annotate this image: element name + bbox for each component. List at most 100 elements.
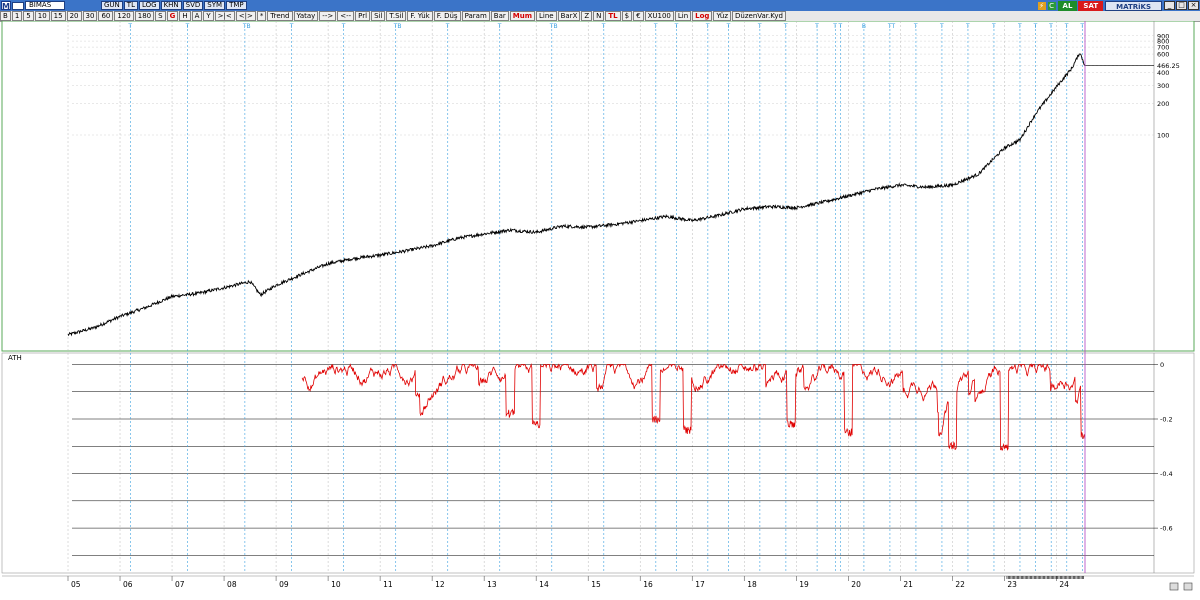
top-toolbar-button[interactable]: SYM: [204, 1, 226, 10]
top-toolbar-button[interactable]: LOG: [138, 1, 160, 10]
toolbar-button[interactable]: <|>: [235, 11, 256, 21]
close-icon[interactable]: ×: [1188, 1, 1199, 10]
minimize-icon[interactable]: _: [1164, 1, 1175, 10]
scroll-left-icon[interactable]: [1169, 582, 1179, 591]
toolbar-button[interactable]: 10: [34, 11, 50, 21]
x-tick-label: 19: [799, 580, 809, 589]
x-tick-label: 12: [435, 580, 445, 589]
price-tick-label: 600: [1157, 51, 1169, 59]
toolbar-button[interactable]: Z: [581, 11, 593, 21]
toolbar-button[interactable]: B: [0, 11, 11, 21]
toolbar-button[interactable]: Line: [536, 11, 557, 21]
event-marker-label: T: [757, 23, 762, 30]
toolbar-button[interactable]: DüzenVar.Kyd: [732, 11, 786, 21]
toolbar-button[interactable]: Trend: [267, 11, 293, 21]
x-tick-label: 05: [71, 580, 81, 589]
top-toolbar-button[interactable]: SVD: [182, 1, 204, 10]
price-tick-label: 400: [1157, 69, 1169, 77]
lightning-icon[interactable]: ⚡: [1037, 1, 1046, 10]
refresh-icon[interactable]: C: [1047, 1, 1056, 10]
toolbar-button[interactable]: $: [621, 11, 633, 21]
event-marker-label: T: [705, 23, 710, 30]
event-marker-label: T: [838, 23, 843, 30]
event-marker-label: B: [862, 23, 866, 30]
scroll-right-icon[interactable]: [1183, 582, 1193, 591]
top-toolbar-button[interactable]: TL: [123, 1, 138, 10]
event-marker-label: T: [185, 23, 190, 30]
toolbar-button[interactable]: T.Sil: [386, 11, 407, 21]
toolbar-button[interactable]: S: [155, 11, 166, 21]
event-marker-label: T: [289, 23, 294, 30]
maximize-icon[interactable]: □: [1176, 1, 1187, 10]
toolbar-button[interactable]: TL: [605, 11, 621, 21]
event-marker-label: TB: [242, 23, 251, 30]
event-marker-label: T: [832, 23, 837, 30]
toolbar-button[interactable]: 180: [134, 11, 155, 21]
toolbar-button[interactable]: 5: [23, 11, 34, 21]
toolbar-button[interactable]: H: [179, 11, 191, 21]
toolbar-button[interactable]: N: [593, 11, 605, 21]
price-panel[interactable]: [1, 21, 1195, 352]
toolbar-button[interactable]: -->: [319, 11, 337, 21]
event-marker-label: TB: [549, 23, 558, 30]
toolbar-button[interactable]: 1: [11, 11, 23, 21]
buy-button[interactable]: AL: [1057, 0, 1078, 11]
event-marker-label: T: [991, 23, 996, 30]
toolbar-button[interactable]: <--: [337, 11, 355, 21]
event-marker-label: T: [1033, 23, 1038, 30]
brand-label: MATRiKS: [1105, 0, 1162, 11]
toolbar-button[interactable]: F. Yük: [407, 11, 433, 21]
toolbar-button[interactable]: F. Düş: [433, 11, 461, 21]
x-tick-label: 10: [331, 580, 341, 589]
event-marker-label: T: [913, 23, 918, 30]
event-marker-label: T: [674, 23, 679, 30]
toolbar-button[interactable]: 60: [98, 11, 114, 21]
event-marker-label: T: [341, 23, 346, 30]
event-marker-label: T: [814, 23, 819, 30]
toolbar-button[interactable]: Mum: [509, 11, 535, 21]
toolbar-button[interactable]: 15: [50, 11, 66, 21]
x-tick-label: 11: [383, 580, 393, 589]
toolbar-button[interactable]: A: [191, 11, 203, 21]
toolbar-button[interactable]: G: [166, 11, 179, 21]
event-marker-label: TB: [393, 23, 402, 30]
toolbar-button[interactable]: Sil: [371, 11, 386, 21]
toolbar-button[interactable]: Prl: [355, 11, 371, 21]
x-tick-label: 22: [955, 580, 965, 589]
toolbar-button[interactable]: Param: [461, 11, 490, 21]
toolbar-button[interactable]: Lin: [674, 11, 692, 21]
toolbar-button[interactable]: *: [256, 11, 267, 21]
event-marker-label: T: [939, 23, 944, 30]
toolbar-button[interactable]: Log: [692, 11, 713, 21]
event-marker-label: T: [1048, 23, 1053, 30]
symbol-input[interactable]: BIMAS: [25, 1, 65, 10]
top-toolbar-button[interactable]: KHN: [160, 1, 182, 10]
toolbar-button[interactable]: >|<: [214, 11, 235, 21]
x-tick-label: 06: [123, 580, 133, 589]
toolbar-button[interactable]: Bar: [490, 11, 509, 21]
top-toolbar-button[interactable]: TMP: [226, 1, 247, 10]
indicator-tick-label: -0.4: [1160, 470, 1173, 478]
price-tick-label: 100: [1157, 132, 1169, 140]
lock-icon[interactable]: [12, 1, 24, 10]
toolbar-button[interactable]: 120: [114, 11, 134, 21]
toolbar-button[interactable]: Y: [203, 11, 214, 21]
indicator-panel[interactable]: [1, 352, 1195, 574]
title-bar: M BIMAS GUN TL LOG KHN SVD SYM TMP ⚡ C AL SAT …: [0, 0, 1200, 11]
toolbar-button[interactable]: BarX: [557, 11, 581, 21]
toolbar-button[interactable]: Yüz: [713, 11, 732, 21]
top-toolbar-button[interactable]: GUN: [101, 1, 123, 10]
toolbar-button[interactable]: €: [633, 11, 644, 21]
toolbar-button[interactable]: 30: [82, 11, 98, 21]
sell-button[interactable]: SAT: [1078, 0, 1104, 11]
x-tick-label: 14: [539, 580, 549, 589]
x-tick-label: 13: [487, 580, 497, 589]
toolbar-button[interactable]: XU100: [644, 11, 674, 21]
toolbar-button[interactable]: Yatay: [293, 11, 319, 21]
chart-area[interactable]: ATH T T TB T T TB T T TB T T T T T T T T T T B TT T T T T T T T T T 9…: [0, 21, 1200, 600]
price-tick-label: 300: [1157, 82, 1169, 90]
x-tick-label: 18: [747, 580, 757, 589]
indicator-title: ATH: [8, 354, 22, 362]
event-marker-label: T: [1079, 23, 1084, 30]
toolbar-button[interactable]: 20: [66, 11, 82, 21]
